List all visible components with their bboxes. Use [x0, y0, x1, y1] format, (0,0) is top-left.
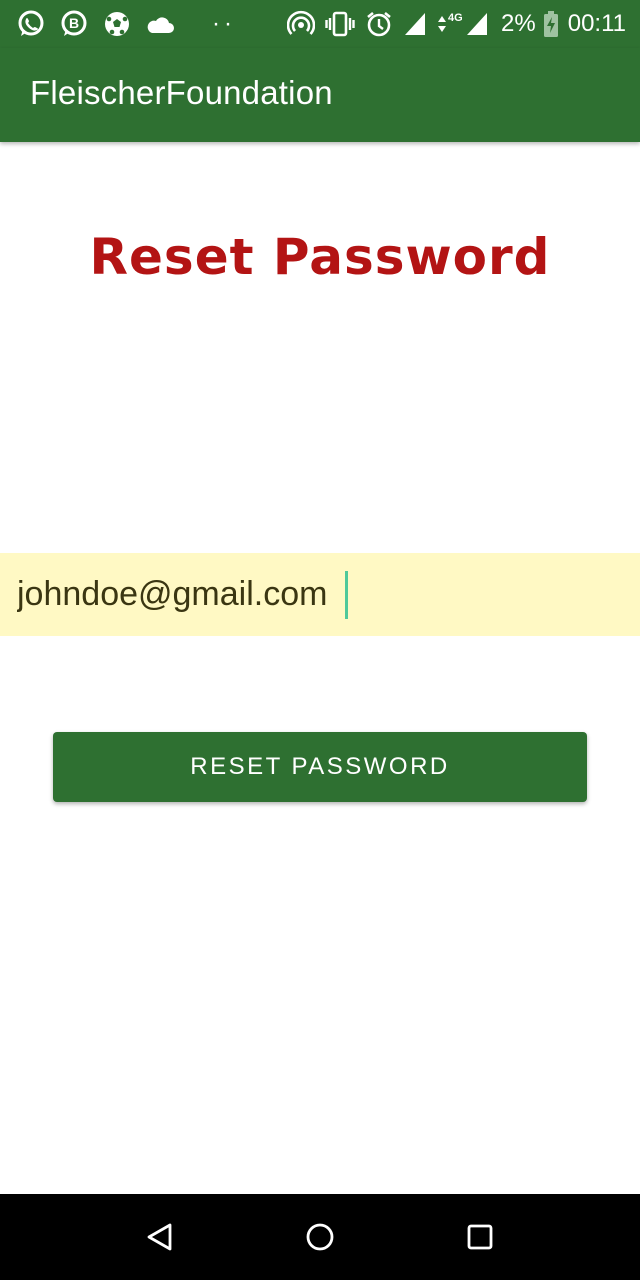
status-bar: B ·· 4G 2% 00:11: [0, 0, 640, 48]
svg-text:B: B: [69, 15, 79, 31]
status-bar-system: 4G 2% 00:11: [277, 8, 626, 40]
signal-icon: [403, 9, 427, 39]
reset-password-button[interactable]: RESET PASSWORD: [53, 732, 587, 802]
alarm-icon: [365, 9, 393, 39]
signal-icon: [465, 9, 489, 39]
home-icon[interactable]: [297, 1214, 343, 1260]
email-field[interactable]: [0, 553, 640, 636]
back-icon[interactable]: [137, 1214, 183, 1260]
cloud-icon: [145, 9, 175, 39]
whatsapp-icon: [16, 9, 46, 39]
data-4g-icon: 4G: [437, 9, 465, 39]
battery-percent: 2%: [501, 10, 536, 37]
soccer-ball-icon: [102, 9, 132, 39]
status-bar-notifications: B ··: [16, 8, 236, 40]
app-bar: FleischerFoundation: [0, 48, 640, 142]
text-cursor: [345, 571, 348, 619]
network-type-label: 4G: [448, 12, 463, 24]
hotspot-icon: [287, 9, 316, 39]
navigation-bar: [0, 1194, 640, 1280]
page-title: Reset Password: [89, 228, 551, 286]
vibrate-icon: [325, 9, 355, 39]
more-notifications-dots: ··: [212, 10, 236, 37]
whatsapp-business-icon: B: [59, 9, 89, 39]
recents-icon[interactable]: [457, 1214, 503, 1260]
battery-charging-icon: [543, 9, 558, 39]
clock: 00:11: [567, 10, 626, 37]
app-title: FleischerFoundation: [30, 74, 333, 111]
